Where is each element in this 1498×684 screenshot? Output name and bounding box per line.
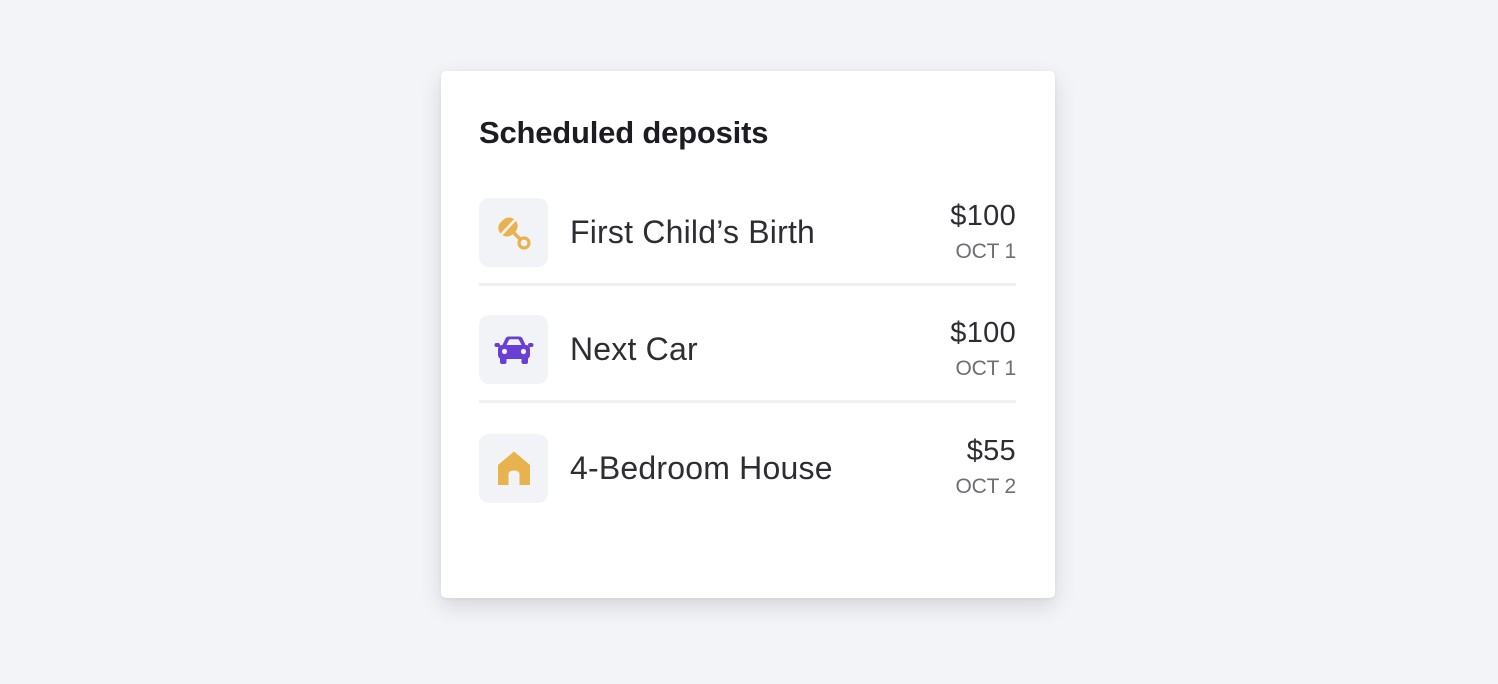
card-title: Scheduled deposits	[479, 115, 769, 150]
goal-icon-tile	[479, 198, 548, 267]
deposit-list: First Child’s Birth $100 OCT 1 Next Car …	[479, 182, 1016, 520]
deposit-label: First Child’s Birth	[570, 214, 816, 250]
deposit-amount-group: $100 OCT 1	[950, 316, 1016, 382]
scheduled-deposits-card: Scheduled deposits First Child’s Birth $…	[441, 71, 1055, 598]
deposit-label: 4-Bedroom House	[570, 449, 833, 486]
deposit-amount-group: $55 OCT 2	[955, 434, 1017, 500]
deposit-amount: $100	[950, 199, 1016, 232]
goal-icon-tile	[479, 315, 548, 384]
deposit-row-4-bedroom-house[interactable]: 4-Bedroom House $55 OCT 2	[479, 403, 1016, 520]
deposit-amount: $55	[966, 435, 1016, 467]
deposit-row-next-car[interactable]: Next Car $100 OCT 1	[479, 286, 1016, 403]
car-icon	[494, 336, 533, 364]
deposit-amount-group: $100 OCT 1	[950, 199, 1016, 265]
deposit-amount: $100	[950, 316, 1016, 349]
deposit-row-first-childs-birth[interactable]: First Child’s Birth $100 OCT 1	[479, 182, 1016, 286]
deposit-date: OCT 1	[955, 356, 1017, 380]
house-icon	[497, 451, 530, 485]
deposit-date: OCT 1	[955, 239, 1017, 263]
deposit-date: OCT 2	[955, 475, 1017, 498]
baby-rattle-icon	[497, 217, 531, 250]
goal-icon-tile	[479, 433, 548, 503]
deposit-label: Next Car	[570, 331, 698, 367]
